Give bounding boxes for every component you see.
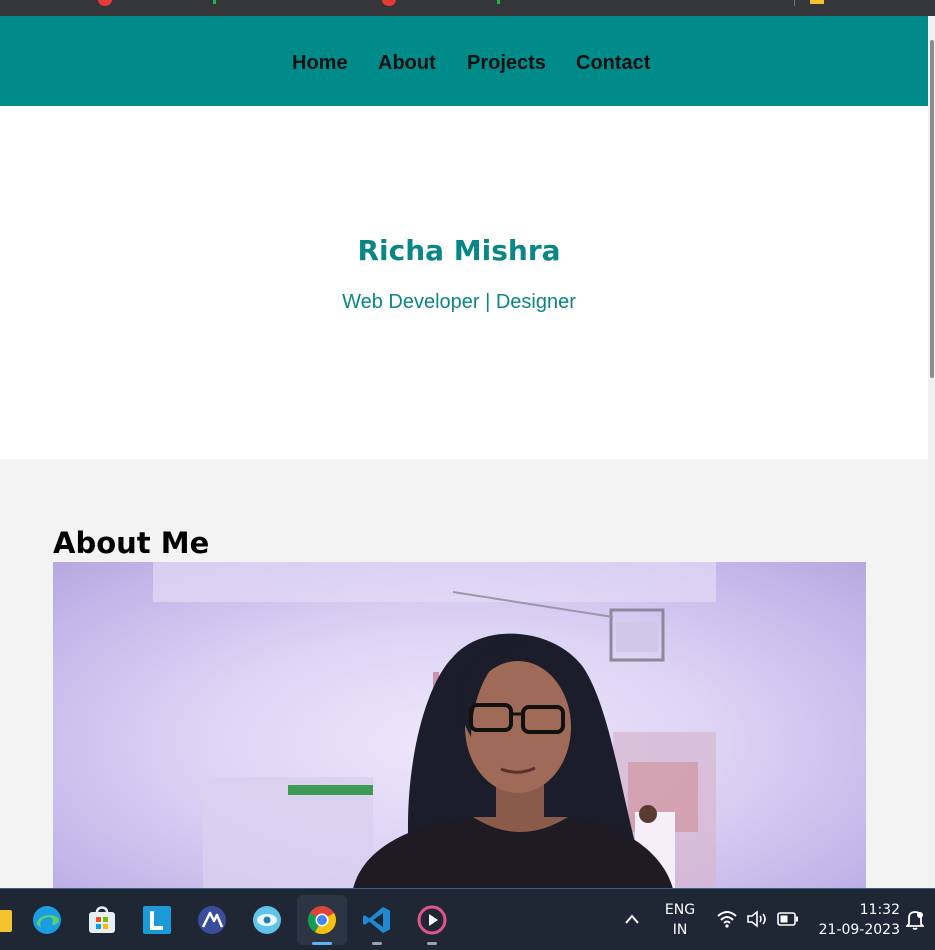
chrome-browser-icon[interactable] [306, 904, 338, 936]
system-clock[interactable]: 11:32 21-09-2023 [812, 902, 900, 938]
about-heading: About Me [53, 526, 210, 560]
microsoft-store-icon[interactable] [86, 904, 118, 936]
file-explorer-icon[interactable] [0, 904, 14, 936]
show-hidden-icons-chevron-icon[interactable] [624, 913, 640, 925]
language-code: ENG [664, 902, 696, 918]
language-indicator[interactable]: ENG IN [658, 902, 702, 938]
eye-app-icon[interactable] [251, 904, 283, 936]
bookmark-separator [794, 0, 795, 6]
chrome-active-indicator [312, 942, 332, 945]
clock-date: 21-09-2023 [818, 922, 900, 938]
volume-icon[interactable] [746, 910, 768, 928]
bookmark-folder-icon[interactable] [810, 0, 824, 4]
wifi-icon[interactable] [717, 910, 737, 928]
media-player-running-indicator [427, 942, 437, 945]
battery-icon[interactable] [777, 912, 799, 926]
vscode-running-indicator [372, 942, 382, 945]
notification-bell-icon[interactable] [906, 910, 924, 930]
vscode-icon[interactable] [361, 904, 393, 936]
site-navbar: Home About Projects Contact [0, 16, 928, 106]
bookmark-favicon-icon[interactable] [497, 0, 500, 4]
region-code: IN [672, 922, 688, 938]
nav-link-about[interactable]: About [378, 52, 436, 75]
bookmark-favicon-icon[interactable] [213, 0, 216, 4]
about-section: About Me [0, 459, 928, 889]
profile-photo-illustration [153, 562, 716, 889]
hero-name: Richa Mishra [357, 234, 561, 267]
nav-link-contact[interactable]: Contact [576, 52, 650, 75]
bookmark-favicon-icon[interactable] [382, 0, 396, 6]
hero-role: Web Developer | Designer [342, 291, 576, 313]
page-scrollbar-thumb[interactable] [930, 40, 934, 378]
ai-assistant-icon[interactable] [196, 904, 228, 936]
hero-section: Richa Mishra Web Developer | Designer [0, 106, 928, 459]
profile-photo [53, 562, 866, 889]
media-player-icon[interactable] [416, 904, 448, 936]
bookmark-favicon-icon[interactable] [98, 0, 112, 6]
clock-time: 11:32 [859, 902, 900, 918]
nav-link-projects[interactable]: Projects [467, 52, 546, 75]
l-app-icon[interactable] [141, 904, 173, 936]
nav-link-home[interactable]: Home [292, 52, 348, 75]
edge-browser-icon[interactable] [31, 904, 63, 936]
browser-bookmarks-bar [0, 0, 935, 16]
